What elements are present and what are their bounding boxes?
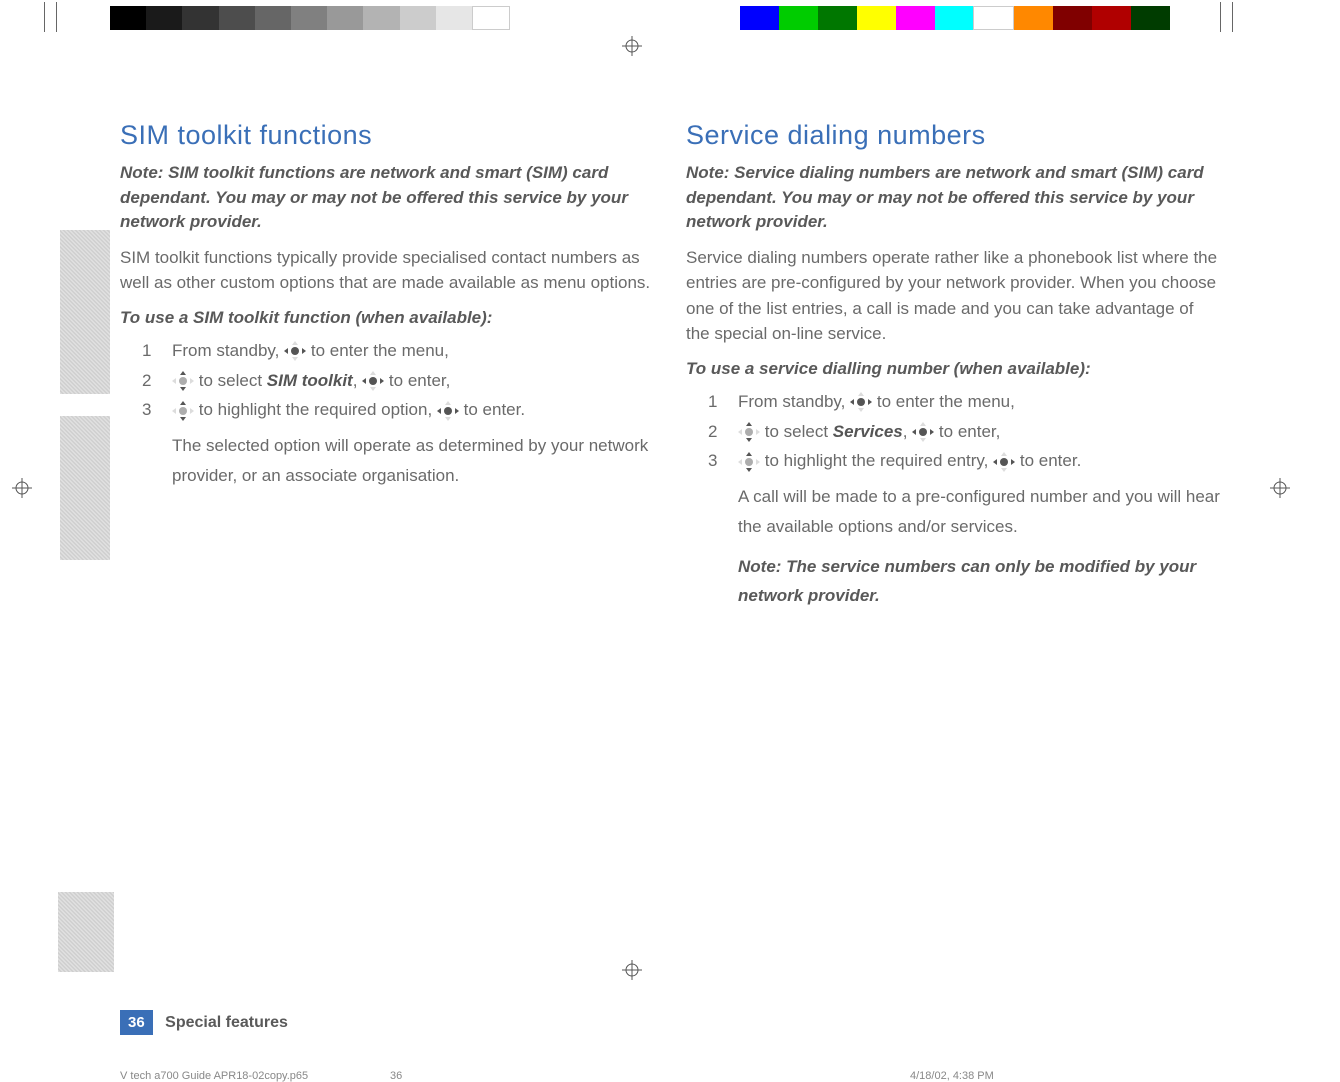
menu-item-name: SIM toolkit bbox=[267, 371, 353, 390]
subheading: To use a service dialling number (when a… bbox=[686, 359, 1220, 379]
step-text: , bbox=[903, 422, 912, 441]
nav-vertical-icon bbox=[738, 452, 760, 472]
step-text: to highlight the required entry, bbox=[765, 451, 993, 470]
registration-mark-icon bbox=[622, 36, 642, 56]
heading-sim-toolkit: SIM toolkit functions bbox=[120, 120, 654, 151]
step-result: The selected option will operate as dete… bbox=[172, 431, 654, 491]
crop-mark bbox=[1232, 2, 1233, 32]
step-result: A call will be made to a pre-configured … bbox=[738, 482, 1220, 542]
step-number: 1 bbox=[708, 387, 730, 417]
nav-vertical-icon bbox=[172, 401, 194, 421]
source-file: V tech a700 Guide APR18-02copy.p65 bbox=[120, 1070, 308, 1082]
step-number: 2 bbox=[708, 417, 730, 447]
source-date: 4/18/02, 4:38 PM bbox=[910, 1070, 994, 1082]
step-text: to enter. bbox=[464, 400, 525, 419]
crop-mark bbox=[44, 2, 45, 32]
nav-vertical-icon bbox=[738, 422, 760, 442]
subheading: To use a SIM toolkit function (when avai… bbox=[120, 308, 654, 328]
page-footer: 36 Special features V tech a700 Guide AP… bbox=[120, 1010, 1220, 1035]
step-text: , bbox=[353, 371, 362, 390]
nav-horizontal-icon bbox=[362, 371, 384, 391]
page-number: 36 bbox=[120, 1010, 153, 1035]
nav-horizontal-icon bbox=[993, 452, 1015, 472]
texture-block bbox=[60, 230, 110, 394]
body-text: Service dialing numbers operate rather l… bbox=[686, 245, 1220, 347]
step-1: 1 From standby, to enter the menu, bbox=[142, 336, 654, 366]
step-number: 2 bbox=[142, 366, 164, 396]
registration-mark-icon bbox=[1270, 478, 1290, 498]
registration-mark-icon bbox=[12, 478, 32, 498]
step-text: to select bbox=[199, 371, 267, 390]
grayscale-bar bbox=[110, 6, 510, 30]
calibration-bars bbox=[0, 0, 1340, 40]
footer-title: Special features bbox=[165, 1014, 288, 1032]
step-text: to enter, bbox=[389, 371, 450, 390]
body-text: SIM toolkit functions typically provide … bbox=[120, 245, 654, 296]
step-text: From standby, bbox=[738, 392, 850, 411]
heading-service-dialing: Service dialing numbers bbox=[686, 120, 1220, 151]
step-text: From standby, bbox=[172, 341, 284, 360]
step-text: to enter, bbox=[939, 422, 1000, 441]
step-note: Note: The service numbers can only be mo… bbox=[738, 552, 1220, 612]
color-bar bbox=[740, 6, 1170, 30]
step-text: to highlight the required option, bbox=[199, 400, 437, 419]
nav-horizontal-icon bbox=[850, 392, 872, 412]
step-number: 3 bbox=[142, 395, 164, 425]
step-number: 1 bbox=[142, 336, 164, 366]
steps-list: 1 From standby, to enter the menu, 2 to … bbox=[686, 387, 1220, 611]
nav-vertical-icon bbox=[172, 371, 194, 391]
page-content: SIM toolkit functions Note: SIM toolkit … bbox=[120, 120, 1220, 940]
column-left: SIM toolkit functions Note: SIM toolkit … bbox=[120, 120, 654, 611]
steps-list: 1 From standby, to enter the menu, 2 to … bbox=[120, 336, 654, 491]
step-text: to enter the menu, bbox=[877, 392, 1015, 411]
registration-mark-icon bbox=[622, 960, 642, 980]
texture-block bbox=[60, 416, 110, 560]
note-text: Note: SIM toolkit functions are network … bbox=[120, 161, 654, 235]
menu-item-name: Services bbox=[833, 422, 903, 441]
nav-horizontal-icon bbox=[437, 401, 459, 421]
source-page: 36 bbox=[390, 1070, 402, 1082]
nav-horizontal-icon bbox=[912, 422, 934, 442]
step-2: 2 to select SIM toolkit, to enter, bbox=[142, 366, 654, 396]
step-3: 3 to highlight the required option, to e… bbox=[142, 395, 654, 490]
crop-mark bbox=[56, 2, 57, 32]
note-text: Note: Service dialing numbers are networ… bbox=[686, 161, 1220, 235]
step-1: 1 From standby, to enter the menu, bbox=[708, 387, 1220, 417]
step-text: to enter. bbox=[1020, 451, 1081, 470]
step-3: 3 to highlight the required entry, to en… bbox=[708, 446, 1220, 611]
step-text: to select bbox=[765, 422, 833, 441]
column-right: Service dialing numbers Note: Service di… bbox=[686, 120, 1220, 611]
step-number: 3 bbox=[708, 446, 730, 476]
texture-block bbox=[58, 892, 114, 972]
step-2: 2 to select Services, to enter, bbox=[708, 417, 1220, 447]
crop-mark bbox=[1220, 2, 1221, 32]
nav-horizontal-icon bbox=[284, 341, 306, 361]
step-text: to enter the menu, bbox=[311, 341, 449, 360]
